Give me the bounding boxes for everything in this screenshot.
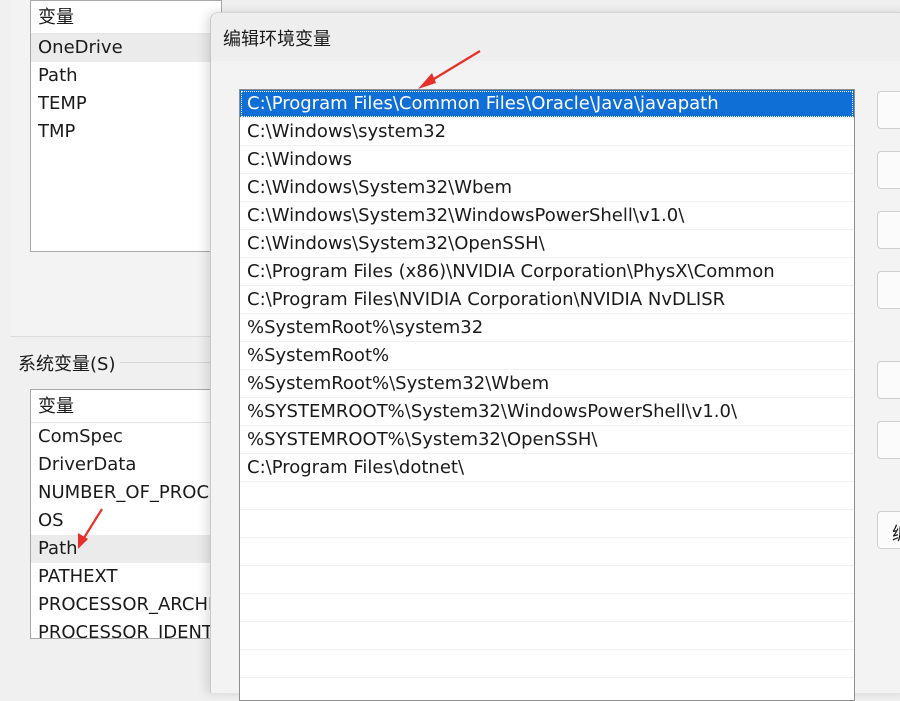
path-entry[interactable]: %SystemRoot% [240,342,854,370]
sys-var-comspec[interactable]: ComSpec [31,423,221,451]
path-entries-list[interactable]: C:\Program Files\Common Files\Oracle\Jav… [239,89,855,701]
path-entry-empty[interactable] [240,678,854,700]
path-entry[interactable]: C:\Windows\system32 [240,118,854,146]
edit-env-var-dialog: 编辑环境变量 C:\Program Files\Common Files\Ora… [210,12,900,701]
path-entry-empty[interactable] [240,650,854,678]
sys-var-pathext[interactable]: PATHEXT [31,563,221,591]
path-entry[interactable]: %SYSTEMROOT%\System32\WindowsPowerShell\… [240,398,854,426]
path-entry[interactable]: C:\Program Files (x86)\NVIDIA Corporatio… [240,258,854,286]
sys-var-processor-archi[interactable]: PROCESSOR_ARCHI [31,591,221,619]
path-entry[interactable]: C:\Windows [240,146,854,174]
path-entry[interactable]: C:\Program Files\dotnet\ [240,454,854,482]
user-var-temp[interactable]: TEMP [31,90,221,118]
path-entry[interactable]: C:\Windows\System32\OpenSSH\ [240,230,854,258]
system-variables-header[interactable]: 变量 [31,390,221,423]
group-divider [120,362,220,363]
path-entry[interactable]: C:\Windows\System32\WindowsPowerShell\v1… [240,202,854,230]
move-down-button[interactable] [877,421,900,459]
path-entry[interactable]: C:\Program Files\NVIDIA Corporation\NVID… [240,286,854,314]
edit-text-label: 编 [892,520,900,546]
user-var-onedrive[interactable]: OneDrive [31,34,221,62]
dialog-title: 编辑环境变量 [223,29,331,50]
path-entry[interactable]: C:\Windows\System32\Wbem [240,174,854,202]
new-button[interactable] [877,91,900,129]
user-variables-header[interactable]: 变量 [31,1,221,34]
system-variables-label: 系统变量(S) [18,354,116,375]
move-up-button[interactable] [877,361,900,399]
sys-var-path[interactable]: Path [31,535,221,563]
sys-var-number-of-proc[interactable]: NUMBER_OF_PROC [31,479,221,507]
path-entry-empty[interactable] [240,594,854,622]
path-entry-empty[interactable] [240,622,854,650]
sys-var-os[interactable]: OS [31,507,221,535]
path-entry-empty[interactable] [240,538,854,566]
user-var-tmp[interactable]: TMP [31,118,221,146]
sys-var-processor-identi[interactable]: PROCESSOR_IDENTI [31,619,221,638]
path-entry[interactable]: %SystemRoot%\System32\Wbem [240,370,854,398]
path-entry[interactable]: C:\Program Files\Common Files\Oracle\Jav… [240,90,854,118]
system-variables-list[interactable]: 变量 ComSpec DriverData NUMBER_OF_PROC OS … [30,389,222,639]
path-entry[interactable]: %SYSTEMROOT%\System32\OpenSSH\ [240,426,854,454]
path-entry-empty[interactable] [240,510,854,538]
user-variables-list[interactable]: 变量 OneDrive Path TEMP TMP [30,0,222,252]
delete-button[interactable] [877,271,900,309]
path-entry-empty[interactable] [240,482,854,510]
path-entry-empty[interactable] [240,566,854,594]
user-var-path[interactable]: Path [31,62,221,90]
sys-var-driverdata[interactable]: DriverData [31,451,221,479]
edit-button[interactable] [877,151,900,189]
edit-text-button[interactable]: 编 [877,511,900,549]
browse-button[interactable] [877,211,900,249]
path-entry[interactable]: %SystemRoot%\system32 [240,314,854,342]
